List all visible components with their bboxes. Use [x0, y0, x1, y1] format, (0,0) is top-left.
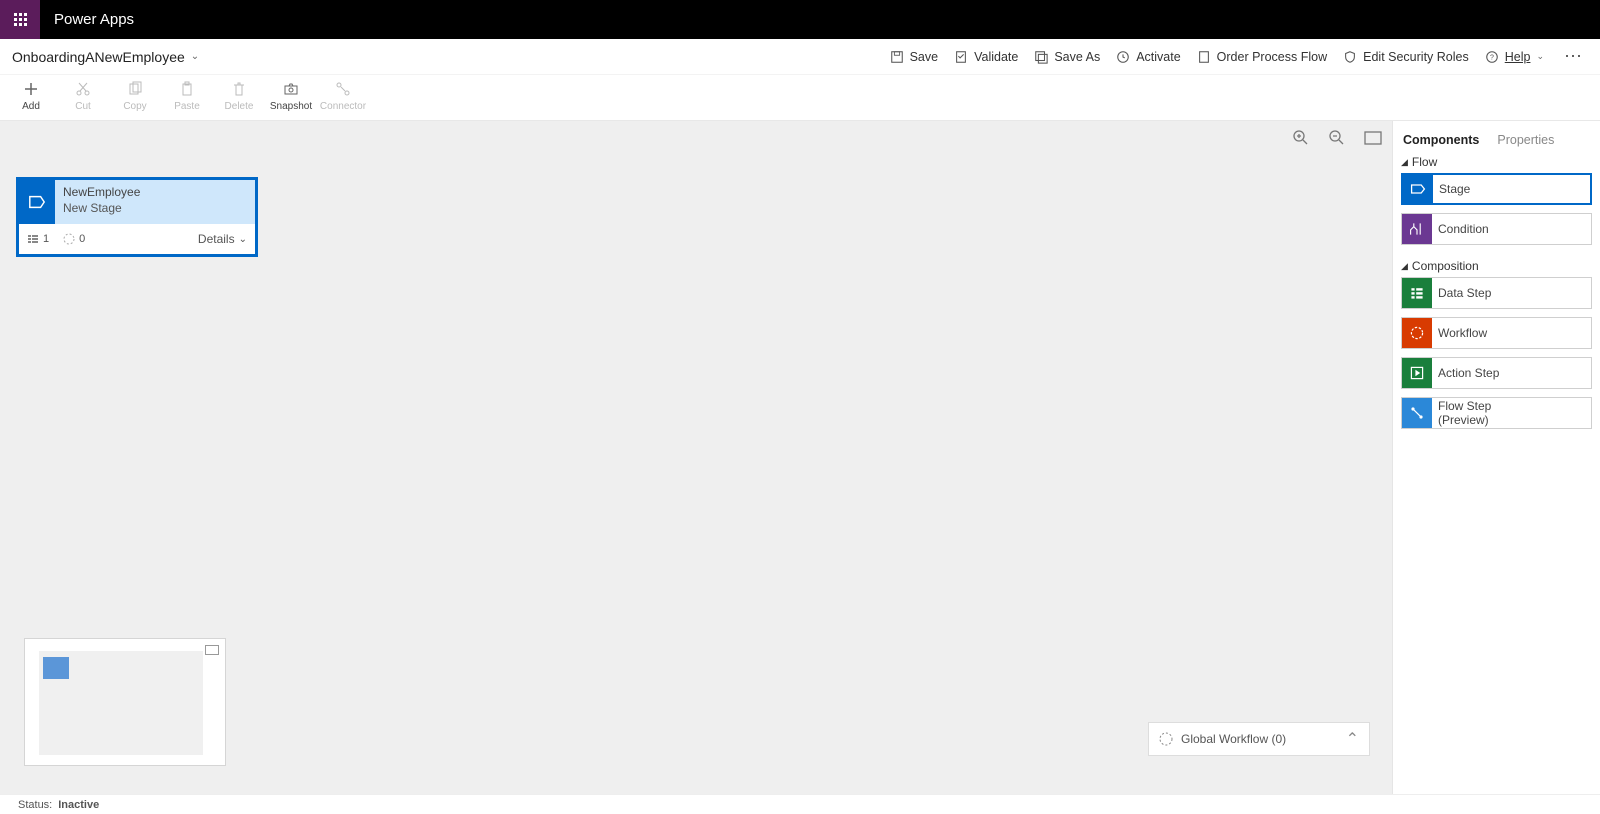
edit-security-roles-button[interactable]: Edit Security Roles	[1343, 50, 1469, 64]
paste-button[interactable]: Paste	[162, 79, 212, 112]
stage-name-label: New Stage	[63, 201, 140, 217]
cut-button[interactable]: Cut	[58, 79, 108, 112]
chevron-down-icon: ⌄	[239, 234, 247, 245]
stage-icon	[19, 180, 55, 224]
component-workflow[interactable]: Workflow	[1401, 317, 1592, 349]
paste-icon	[179, 81, 195, 97]
stage-metrics: 1 0	[27, 233, 85, 245]
save-icon	[890, 50, 904, 64]
data-step-icon	[1402, 278, 1432, 308]
save-as-button[interactable]: Save As	[1034, 50, 1100, 64]
zoom-in-icon	[1293, 130, 1309, 146]
panel-tabs: Components Properties	[1393, 121, 1600, 149]
stage-details-button[interactable]: Details ⌄	[198, 232, 247, 246]
section-composition-header[interactable]: ◢ Composition	[1401, 259, 1592, 273]
delete-icon	[231, 81, 247, 97]
right-panel: Components Properties ◢ Flow Stage Condi…	[1392, 121, 1600, 794]
activate-icon	[1116, 50, 1130, 64]
global-workflow-icon	[1159, 732, 1173, 746]
process-name-dropdown[interactable]: OnboardingANewEmployee ⌄	[12, 49, 199, 65]
global-workflow-label: Global Workflow (0)	[1181, 732, 1286, 746]
connector-icon	[335, 81, 351, 97]
zoom-out-icon	[1329, 130, 1345, 146]
more-actions-button[interactable]: ⋯	[1560, 46, 1588, 67]
stage-card[interactable]: NewEmployee New Stage 1 0 Details	[16, 177, 258, 257]
app-name-label: Power Apps	[40, 11, 148, 28]
security-icon	[1343, 50, 1357, 64]
tab-properties[interactable]: Properties	[1497, 133, 1554, 149]
copy-icon	[127, 81, 143, 97]
header-actions: Save Validate Save As Activate Order Pro…	[890, 46, 1588, 67]
steps-icon	[27, 233, 39, 245]
save-as-icon	[1034, 50, 1048, 64]
condition-icon	[1402, 214, 1432, 244]
main-area: NewEmployee New Stage 1 0 Details	[0, 121, 1600, 794]
snapshot-button[interactable]: Snapshot	[266, 79, 316, 112]
minimap-view	[39, 651, 203, 755]
waffle-launcher[interactable]	[0, 0, 40, 39]
canvas[interactable]: NewEmployee New Stage 1 0 Details	[0, 121, 1392, 794]
component-action-step[interactable]: Action Step	[1401, 357, 1592, 389]
component-condition[interactable]: Condition	[1401, 213, 1592, 245]
status-label: Status:	[18, 799, 52, 811]
add-icon	[23, 81, 39, 97]
component-data-step[interactable]: Data Step	[1401, 277, 1592, 309]
activate-button[interactable]: Activate	[1116, 50, 1180, 64]
save-button[interactable]: Save	[890, 50, 939, 64]
delete-button[interactable]: Delete	[214, 79, 264, 112]
connector-button[interactable]: Connector	[318, 79, 368, 112]
chevron-down-icon: ⌄	[1536, 51, 1544, 62]
zoom-in-button[interactable]	[1292, 129, 1310, 147]
snapshot-icon	[283, 81, 299, 97]
svg-text:?: ?	[1490, 54, 1494, 61]
zoom-controls	[1292, 129, 1382, 147]
stage-titles: NewEmployee New Stage	[55, 180, 148, 224]
help-icon: ?	[1485, 50, 1499, 64]
status-value: Inactive	[58, 799, 99, 811]
section-flow-header[interactable]: ◢ Flow	[1401, 155, 1592, 169]
stage-workflow-count: 0	[63, 233, 85, 245]
tab-components[interactable]: Components	[1403, 133, 1479, 149]
action-step-icon	[1402, 358, 1432, 388]
status-bar: Status: Inactive	[0, 794, 1600, 814]
order-process-flow-button[interactable]: Order Process Flow	[1197, 50, 1327, 64]
process-name-text: OnboardingANewEmployee	[12, 49, 185, 65]
waffle-icon	[14, 13, 27, 26]
app-top-bar: Power Apps	[0, 0, 1600, 39]
validate-button[interactable]: Validate	[954, 50, 1018, 64]
component-stage[interactable]: Stage	[1401, 173, 1592, 205]
stage-entity-label: NewEmployee	[63, 185, 140, 201]
fit-to-screen-icon	[1364, 131, 1382, 145]
global-workflow-bar[interactable]: Global Workflow (0) ⌃	[1148, 722, 1370, 756]
minimap-toggle-icon[interactable]	[205, 645, 219, 655]
caret-down-icon: ◢	[1401, 261, 1408, 272]
zoom-out-button[interactable]	[1328, 129, 1346, 147]
add-button[interactable]: Add	[6, 79, 56, 112]
minimap-stage-icon	[43, 657, 69, 679]
validate-icon	[954, 50, 968, 64]
chevron-up-icon: ⌃	[1346, 729, 1359, 749]
cut-icon	[75, 81, 91, 97]
fit-to-screen-button[interactable]	[1364, 129, 1382, 147]
flow-step-icon	[1402, 398, 1432, 428]
copy-button[interactable]: Copy	[110, 79, 160, 112]
section-composition: ◢ Composition Data Step Workflow Action	[1393, 253, 1600, 437]
workflow-icon	[63, 233, 75, 245]
order-icon	[1197, 50, 1211, 64]
help-button[interactable]: ? Help ⌄	[1485, 50, 1544, 64]
section-flow: ◢ Flow Stage Condition	[1393, 149, 1600, 253]
workflow-icon	[1402, 318, 1432, 348]
component-flow-step[interactable]: Flow Step (Preview)	[1401, 397, 1592, 429]
stage-step-count: 1	[27, 233, 49, 245]
toolbar: Add Cut Copy Paste Delete Snapshot Conne…	[0, 75, 1600, 121]
stage-body: 1 0 Details ⌄	[19, 224, 255, 254]
stage-icon	[1403, 175, 1433, 203]
header-row: OnboardingANewEmployee ⌄ Save Validate S…	[0, 39, 1600, 75]
chevron-down-icon: ⌄	[191, 51, 199, 62]
stage-header: NewEmployee New Stage	[19, 180, 255, 224]
caret-down-icon: ◢	[1401, 157, 1408, 168]
minimap[interactable]	[24, 638, 226, 766]
